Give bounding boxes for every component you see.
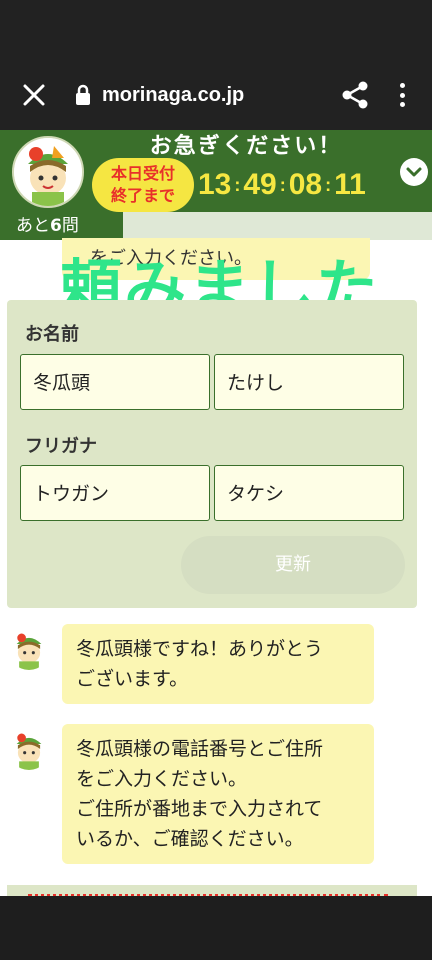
web-page: お急ぎください！ 本日受付 終了まで 13 : 49 : 08 : 11 あと6… (0, 130, 432, 896)
remaining-questions: あと6問 (0, 212, 123, 240)
first-name-field[interactable]: たけし (214, 354, 404, 410)
timer-minutes: 49 (243, 168, 277, 201)
deadline-badge: 本日受付 終了まで (92, 158, 194, 212)
first-kana-field[interactable]: タケシ (214, 465, 404, 521)
remaining-prefix: あと (16, 216, 50, 236)
more-vert-icon[interactable] (392, 80, 412, 110)
share-icon[interactable] (340, 80, 370, 110)
url-text[interactable]: morinaga.co.jp (102, 84, 340, 107)
timer-separator: : (279, 174, 286, 195)
countdown-banner: お急ぎください！ 本日受付 終了まで 13 : 49 : 08 : 11 (0, 130, 432, 212)
navigation-bar (0, 896, 432, 960)
mascot-avatar (8, 628, 50, 670)
timer-fraction: 11 (334, 168, 366, 201)
mascot-avatar (8, 728, 50, 770)
message-line: をご入力ください。 (76, 768, 248, 790)
deadline-line1: 本日受付 (110, 164, 175, 183)
browser-toolbar: morinaga.co.jp (0, 60, 432, 130)
name-label: お名前 (25, 324, 79, 345)
countdown-timer: 13 : 49 : 08 : 11 (198, 168, 366, 202)
kana-label: フリガナ (25, 436, 97, 457)
last-kana-field[interactable]: トウガン (20, 465, 210, 521)
remaining-suffix: 問 (61, 216, 79, 236)
message-line: ご住所が番地まで入力されて (76, 798, 323, 820)
mascot-avatar (12, 136, 84, 208)
banner-title: お急ぎください！ (149, 134, 343, 159)
update-button[interactable]: 更新 (181, 536, 405, 594)
name-form: お名前 冬瓜頭 たけし フリガナ トウガン タケシ 更新 (7, 300, 417, 608)
remaining-count: 6 (50, 216, 62, 236)
message-bubble: 冬瓜頭様ですね！ありがとう ございます。 (62, 624, 374, 704)
message-line: 冬瓜頭様ですね！ありがとう (76, 638, 324, 660)
last-name-field[interactable]: 冬瓜頭 (20, 354, 210, 410)
lock-icon (74, 84, 92, 106)
deadline-line2: 終了まで (110, 186, 175, 205)
close-icon[interactable] (20, 81, 48, 109)
message-bubble: 冬瓜頭様の電話番号とご住所 をご入力ください。 ご住所が番地まで入力されて いる… (62, 724, 374, 864)
status-bar (0, 0, 432, 60)
chevron-down-icon[interactable] (400, 158, 428, 186)
timer-hours: 13 (198, 168, 232, 201)
timer-seconds: 08 (288, 168, 323, 201)
message-line: いるか、ご確認ください。 (76, 828, 304, 850)
message-line: 冬瓜頭様の電話番号とご住所 (76, 738, 324, 760)
timer-separator: : (234, 174, 241, 195)
progress-strip (123, 212, 432, 240)
message-line: ございます。 (76, 668, 189, 690)
timer-separator: : (325, 174, 332, 195)
